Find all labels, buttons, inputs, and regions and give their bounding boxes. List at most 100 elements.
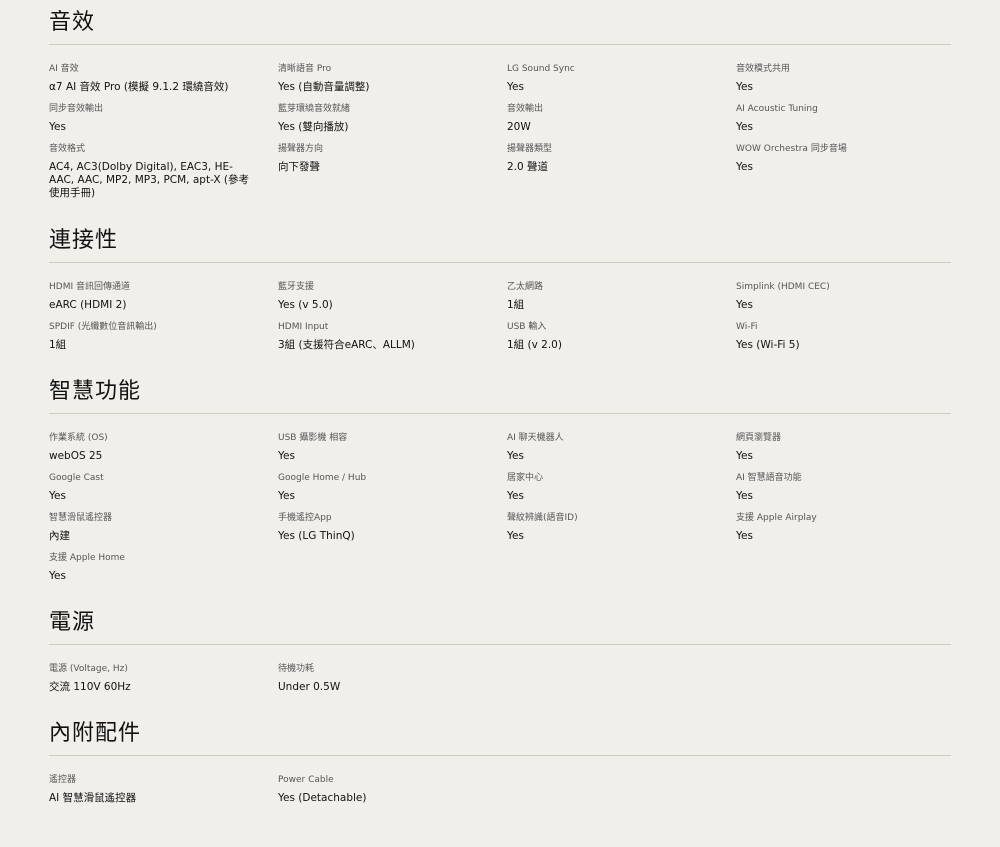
spec-label: 遙控器 [49,775,77,785]
spec-label: Power Cable [278,775,334,785]
spec-label: 乙太網路 [507,282,544,292]
spec-label: 藍芽環繞音效就緒 [278,104,351,114]
spec-value: Under 0.5W [278,681,341,693]
spec-value: Yes (v 5.0) [278,299,333,311]
spec-value: Yes [49,490,66,502]
empty-cell [736,774,951,806]
spec-label: HDMI Input [278,322,329,332]
spec-item: 同步音效輸出 Yes [49,103,278,135]
spec-label: AI 智慧語音功能 [736,473,802,483]
section-title-smart: 智慧功能 [49,379,142,404]
spec-label: Wi-Fi [736,322,758,332]
spec-item: USB 攝影機 相容 Yes [278,432,507,464]
spec-label: LG Sound Sync [507,64,575,74]
spec-label: 音效格式 [49,144,86,154]
spec-value: α7 AI 音效 Pro (模擬 9.1.2 環繞音效) [49,81,229,93]
spec-label: 電源 (Voltage, Hz) [49,664,128,674]
spec-item: AI 聊天機器人 Yes [507,432,736,464]
spec-page: 音效 AI 音效 α7 AI 音效 Pro (模擬 9.1.2 環繞音效) 清晰語音… [49,0,951,806]
spec-label: 音效模式共用 [736,64,791,74]
spec-value: Yes [736,490,753,502]
spec-item: AI 音效 α7 AI 音效 Pro (模擬 9.1.2 環繞音效) [49,63,278,95]
spec-item: 居家中心 Yes [507,472,736,504]
spec-item: Wi-Fi Yes (Wi-Fi 5) [736,321,951,353]
spec-item: SPDIF (光纖數位音訊輸出) 1組 [49,321,278,353]
spec-label: 居家中心 [507,473,544,483]
spec-grid: 遙控器 AI 智慧滑鼠遙控器 Power Cable Yes (Detachable) [49,774,951,806]
spec-label: Simplink (HDMI CEC) [736,282,830,292]
spec-value: Yes (自動音量調整) [278,81,370,93]
section-title-audio: 音效 [49,10,96,35]
spec-value: Yes [507,490,524,502]
spec-item: 音效輸出 20W [507,103,736,135]
spec-value: 20W [507,121,531,133]
spec-value: Yes [278,450,295,462]
spec-item: Simplink (HDMI CEC) Yes [736,281,951,313]
spec-grid: HDMI 音訊回傳通道 eARC (HDMI 2) 藍牙支援 Yes (v 5.0) 乙… [49,281,951,353]
spec-item: 支援 Apple Airplay Yes [736,512,951,544]
spec-label: 支援 Apple Home [49,553,125,563]
spec-label: 聲紋辨識(語音ID) [507,513,578,523]
section-power: 電源 電源 (Voltage, Hz) 交流 110V 60Hz 待機功耗 Under… [49,600,951,695]
spec-item: AI Acoustic Tuning Yes [736,103,951,135]
spec-value: Yes [507,530,524,542]
spec-label: 支援 Apple Airplay [736,513,817,523]
spec-item: 作業系統 (OS) webOS 25 [49,432,278,464]
spec-item: 遙控器 AI 智慧滑鼠遙控器 [49,774,278,806]
empty-cell [736,663,951,695]
spec-value: 1組 [507,299,525,311]
spec-value: 交流 110V 60Hz [49,681,131,693]
spec-value: 1組 [49,339,67,351]
spec-item: USB 輸入 1組 (v 2.0) [507,321,736,353]
spec-value: Yes (Wi-Fi 5) [736,339,800,351]
spec-value: Yes [736,81,753,93]
section-title-connectivity: 連接性 [49,228,119,253]
spec-label: 同步音效輸出 [49,104,104,114]
spec-value: 1組 (v 2.0) [507,339,562,351]
section-title-power: 電源 [49,610,96,635]
spec-label: HDMI 音訊回傳通道 [49,282,130,292]
spec-item: LG Sound Sync Yes [507,63,736,95]
spec-value: 2.0 聲道 [507,161,549,173]
spec-value: Yes [507,450,524,462]
spec-label: WOW Orchestra 同步音場 [736,144,847,154]
spec-item: HDMI Input 3組 (支援符合eARC、ALLM) [278,321,507,353]
spec-value: Yes [736,299,753,311]
spec-item: 支援 Apple Home Yes [49,552,278,584]
spec-value: Yes [507,81,524,93]
spec-item: Power Cable Yes (Detachable) [278,774,507,806]
spec-value: 內建 [49,530,70,542]
spec-item: 揚聲器方向 向下發聲 [278,143,507,200]
section-smart: 智慧功能 作業系統 (OS) webOS 25 USB 攝影機 相容 Yes AI 聊天… [49,369,951,584]
empty-cell [736,552,951,584]
spec-item: Google Home / Hub Yes [278,472,507,504]
empty-cell [507,774,736,806]
spec-item: 智慧滑鼠遙控器 內建 [49,512,278,544]
spec-item: 網頁瀏覽器 Yes [736,432,951,464]
spec-item: 聲紋辨識(語音ID) Yes [507,512,736,544]
section-audio: 音效 AI 音效 α7 AI 音效 Pro (模擬 9.1.2 環繞音效) 清晰語音… [49,0,951,200]
spec-value: Yes (LG ThinQ) [278,530,355,542]
spec-label: 網頁瀏覽器 [736,433,782,443]
spec-value: Yes (Detachable) [278,792,367,804]
spec-item: 清晰語音 Pro Yes (自動音量調整) [278,63,507,95]
empty-cell [507,552,736,584]
spec-grid: 電源 (Voltage, Hz) 交流 110V 60Hz 待機功耗 Under 0.… [49,663,951,695]
spec-label: 待機功耗 [278,664,315,674]
spec-value: AI 智慧滑鼠遙控器 [49,792,137,804]
spec-item: AI 智慧語音功能 Yes [736,472,951,504]
spec-label: AI 音效 [49,64,79,74]
spec-value: 3組 (支援符合eARC、ALLM) [278,339,415,351]
spec-value: Yes [49,570,66,582]
spec-value: Yes [736,530,753,542]
empty-cell [278,552,507,584]
spec-label: 作業系統 (OS) [49,433,108,443]
empty-cell [507,663,736,695]
spec-item: Google Cast Yes [49,472,278,504]
spec-item: 音效模式共用 Yes [736,63,951,95]
spec-label: AI Acoustic Tuning [736,104,818,114]
spec-label: 智慧滑鼠遙控器 [49,513,113,523]
spec-label: Google Cast [49,473,104,483]
spec-label: 清晰語音 Pro [278,64,332,74]
section-divider [49,413,951,414]
